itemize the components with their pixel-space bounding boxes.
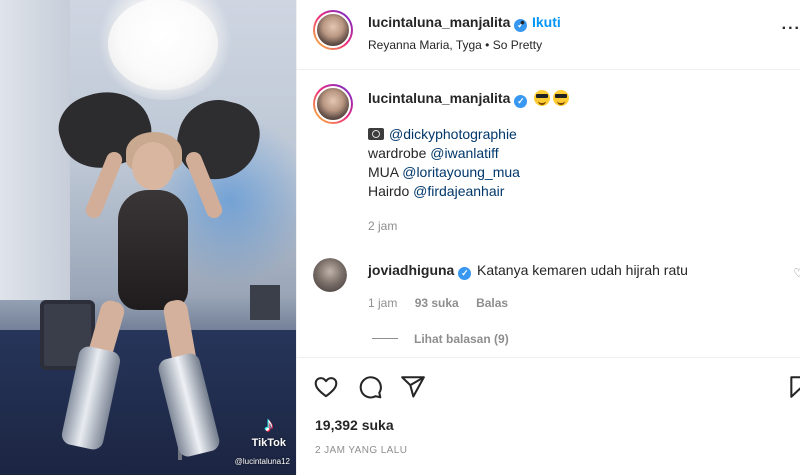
caption-line-mua: MUA @loritayoung_mua [368, 164, 520, 180]
person-head [132, 142, 174, 190]
person-body [118, 190, 188, 310]
commenter-username-row: joviadhiguna ✓ [368, 262, 472, 280]
media-backdrop [0, 0, 70, 300]
equipment-box [250, 285, 280, 320]
verified-badge-icon: ✓ [458, 267, 472, 280]
heart-icon[interactable] [313, 374, 339, 400]
author-username[interactable]: lucintaluna_manjalita [368, 14, 510, 30]
commenter-avatar[interactable] [313, 258, 347, 292]
like-count[interactable]: 19,392 suka [315, 417, 394, 433]
caption-author-row: lucintaluna_manjalita ✓ [368, 90, 570, 108]
tiktok-watermark-label: TikTok [251, 437, 286, 449]
caption-line-photographer: @dickyphotographie [368, 126, 517, 142]
bookmark-icon[interactable] [787, 374, 800, 400]
comment-timestamp[interactable]: 1 jam [368, 296, 397, 310]
reply-button[interactable]: Balas [476, 296, 508, 310]
mention-link[interactable]: @dickyphotographie [389, 126, 517, 142]
post-media[interactable]: ♪ TikTok @lucintaluna12 [0, 0, 296, 475]
tiktok-watermark-user: @lucintaluna12 [234, 457, 290, 466]
author-username-row[interactable]: lucintaluna_manjalita ✓ [368, 14, 528, 32]
comment-text: Katanya kemaren udah hijrah ratu [477, 262, 688, 278]
caption-timestamp[interactable]: 2 jam [368, 219, 397, 233]
post-timestamp[interactable]: 2 JAM YANG LALU [315, 445, 407, 456]
tiktok-note-icon: ♪ [263, 414, 274, 436]
caption-label: wardrobe [368, 145, 427, 161]
comment-like-icon[interactable]: ♡ [793, 266, 800, 280]
post-details-panel: lucintaluna_manjalita ✓ • Ikuti Reyanna M… [296, 0, 800, 475]
more-options-icon[interactable]: ... [782, 16, 800, 34]
post-header: lucintaluna_manjalita ✓ • Ikuti Reyanna M… [297, 0, 800, 70]
replies-divider [372, 338, 398, 339]
author-avatar[interactable] [313, 10, 353, 50]
header-separator: • [520, 14, 525, 30]
audio-attribution[interactable]: Reyanna Maria, Tyga • So Pretty [368, 38, 542, 52]
sunglasses-emoji-icon [553, 90, 570, 106]
caption-label: Hairdo [368, 183, 410, 199]
mention-link[interactable]: @loritayoung_mua [402, 164, 520, 180]
view-replies-label[interactable]: Lihat balasan (9) [414, 332, 509, 346]
commenter-username[interactable]: joviadhiguna [368, 262, 454, 278]
caption-line-hairdo: Hairdo @firdajeanhair [368, 183, 504, 199]
camera-icon [368, 128, 384, 140]
comment-like-count[interactable]: 93 suka [415, 296, 459, 310]
paper-plane-icon[interactable] [400, 374, 426, 400]
tiktok-watermark: ♪ TikTok [252, 415, 286, 449]
post-actions: 19,392 suka 2 JAM YANG LALU [297, 357, 800, 475]
caption-author-avatar[interactable] [313, 84, 353, 124]
comment-meta: 1 jam 93 suka Balas [368, 296, 522, 310]
mention-link[interactable]: @firdajeanhair [413, 183, 504, 199]
view-replies-button[interactable]: Lihat balasan (9) [372, 332, 509, 346]
follow-button[interactable]: Ikuti [532, 14, 561, 30]
caption-line-wardrobe: wardrobe @iwanlatiff [368, 145, 499, 161]
verified-badge-icon: ✓ [514, 95, 528, 108]
caption-author-username[interactable]: lucintaluna_manjalita [368, 90, 510, 106]
comment-bubble-icon[interactable] [357, 374, 383, 400]
mention-link[interactable]: @iwanlatiff [430, 145, 498, 161]
caption-label: MUA [368, 164, 399, 180]
sunglasses-emoji-icon [534, 90, 551, 106]
studio-light [108, 0, 218, 90]
